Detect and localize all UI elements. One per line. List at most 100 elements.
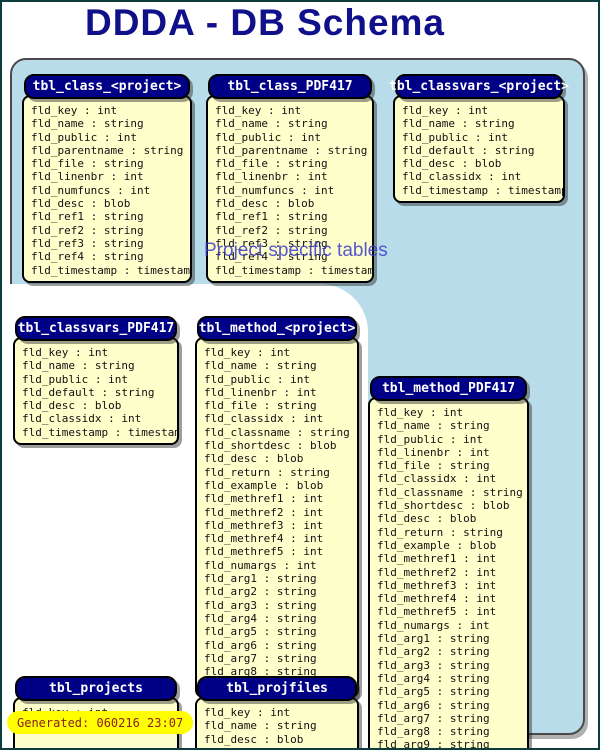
field-row: fld_timestamp : timestamp	[215, 264, 372, 277]
field-row: fld_methref1 : int	[377, 552, 527, 565]
field-row: fld_name : string	[402, 117, 563, 130]
field-row: fld_arg3 : string	[377, 659, 527, 672]
table-header: tbl_classvars_PDF417	[15, 316, 177, 341]
field-row: fld_methref3 : int	[204, 519, 357, 532]
field-row: fld_methref1 : int	[204, 492, 357, 505]
field-row: fld_name : string	[31, 117, 190, 130]
field-row: fld_arg7 : string	[204, 652, 357, 665]
field-row: fld_desc : blob	[22, 399, 177, 412]
field-row: fld_numfuncs : int	[215, 184, 372, 197]
field-row: fld_arg7 : string	[377, 712, 527, 725]
table-tbl-classvars-project: tbl_classvars_<project> fld_key : intfld…	[393, 74, 565, 203]
page-title: DDDA - DB Schema	[35, 2, 495, 44]
field-row: fld_linenbr : int	[204, 386, 357, 399]
project-specific-tables-label: Project specific tables	[204, 240, 388, 262]
field-row: fld_key : int	[31, 104, 190, 117]
field-row: fld_classidx : int	[204, 412, 357, 425]
table-header: tbl_projfiles	[197, 676, 357, 701]
field-row: fld_public : int	[215, 131, 372, 144]
field-row: fld_methref5 : int	[377, 605, 527, 618]
field-row: fld_methref5 : int	[204, 545, 357, 558]
table-field-list: fld_key : intfld_name : stringfld_public…	[22, 95, 192, 283]
field-row: fld_classname : string	[204, 426, 357, 439]
field-row: fld_ref1 : string	[215, 210, 372, 223]
field-row: fld_docdir : string	[22, 746, 177, 750]
field-row: fld_key : int	[204, 706, 357, 719]
field-row: fld_desc : blob	[402, 157, 563, 170]
field-row: fld_desc : blob	[204, 733, 357, 746]
table-header: tbl_classvars_<project>	[395, 74, 563, 99]
field-row: fld_arg1 : string	[204, 572, 357, 585]
field-row: fld_example : blob	[377, 539, 527, 552]
field-row: fld_name : string	[215, 117, 372, 130]
field-row: fld_arg4 : string	[204, 612, 357, 625]
field-row: fld_arg5 : string	[204, 625, 357, 638]
field-row: fld_file : string	[204, 399, 357, 412]
field-row: fld_methref2 : int	[377, 566, 527, 579]
field-row: fld_linenbr : int	[31, 170, 190, 183]
field-row: fld_key : int	[215, 104, 372, 117]
field-row: fld_timestamp : timestamp	[22, 426, 177, 439]
field-row: fld_desc : blob	[215, 197, 372, 210]
field-row: fld_ref2 : string	[31, 224, 190, 237]
field-row: fld_projidx : int	[204, 746, 357, 750]
table-field-list: fld_key : intfld_name : stringfld_public…	[393, 95, 565, 203]
table-tbl-method-project: tbl_method_<project> fld_key : intfld_na…	[195, 316, 359, 698]
field-row: fld_arg6 : string	[204, 639, 357, 652]
field-row: fld_key : int	[402, 104, 563, 117]
field-row: fld_methref3 : int	[377, 579, 527, 592]
field-row: fld_ref2 : string	[215, 224, 372, 237]
field-row: fld_public : int	[22, 373, 177, 386]
table-tbl-classvars-pdf417: tbl_classvars_PDF417 fld_key : intfld_na…	[13, 316, 179, 445]
field-row: fld_arg6 : string	[377, 699, 527, 712]
field-row: fld_linenbr : int	[377, 446, 527, 459]
field-row: fld_ref3 : string	[31, 237, 190, 250]
field-row: fld_return : string	[377, 526, 527, 539]
field-row: fld_arg2 : string	[377, 645, 527, 658]
field-row: fld_shortdesc : blob	[204, 439, 357, 452]
field-row: fld_key : int	[22, 346, 177, 359]
field-row: fld_methref4 : int	[377, 592, 527, 605]
field-row: fld_parentname : string	[215, 144, 372, 157]
table-header: tbl_method_PDF417	[370, 376, 527, 401]
field-row: fld_methref2 : int	[204, 506, 357, 519]
field-row: fld_arg3 : string	[204, 599, 357, 612]
field-row: fld_return : string	[204, 466, 357, 479]
field-row: fld_numargs : int	[204, 559, 357, 572]
field-row: fld_key : int	[204, 346, 357, 359]
field-row: fld_public : int	[402, 131, 563, 144]
field-row: fld_classidx : int	[22, 412, 177, 425]
field-row: fld_file : string	[377, 459, 527, 472]
schema-diagram-page: DDDA - DB Schema tbl_class_<project> fld…	[0, 0, 600, 750]
field-row: fld_public : int	[31, 131, 190, 144]
field-row: fld_example : blob	[204, 479, 357, 492]
field-row: fld_name : string	[377, 419, 527, 432]
table-field-list: fld_key : intfld_name : stringfld_desc :…	[195, 697, 359, 750]
table-tbl-method-pdf417: tbl_method_PDF417 fld_key : intfld_name …	[368, 376, 529, 750]
field-row: fld_ref4 : string	[31, 250, 190, 263]
table-header: tbl_class_<project>	[24, 74, 190, 99]
field-row: fld_public : int	[377, 433, 527, 446]
table-field-list: fld_key : intfld_name : stringfld_public…	[195, 337, 359, 698]
field-row: fld_arg8 : string	[377, 725, 527, 738]
field-row: fld_name : string	[22, 359, 177, 372]
field-row: fld_arg2 : string	[204, 585, 357, 598]
field-row: fld_file : string	[215, 157, 372, 170]
table-header: tbl_projects	[15, 676, 177, 701]
field-row: fld_methref4 : int	[204, 532, 357, 545]
field-row: fld_linenbr : int	[215, 170, 372, 183]
field-row: fld_file : string	[31, 157, 190, 170]
field-row: fld_numfuncs : int	[31, 184, 190, 197]
generated-timestamp-badge: Generated: 060216 23:07	[7, 711, 193, 734]
table-tbl-projfiles: tbl_projfiles fld_key : intfld_name : st…	[195, 676, 359, 750]
field-row: fld_classname : string	[377, 486, 527, 499]
field-row: fld_name : string	[204, 359, 357, 372]
field-row: fld_desc : blob	[204, 452, 357, 465]
field-row: fld_arg1 : string	[377, 632, 527, 645]
field-row: fld_timestamp : timestamp	[31, 264, 190, 277]
field-row: fld_arg4 : string	[377, 672, 527, 685]
table-header: tbl_class_PDF417	[208, 74, 372, 99]
field-row: fld_timestamp : timestamp	[402, 184, 563, 197]
table-tbl-class-project: tbl_class_<project> fld_key : intfld_nam…	[22, 74, 192, 283]
field-row: fld_parentname : string	[31, 144, 190, 157]
